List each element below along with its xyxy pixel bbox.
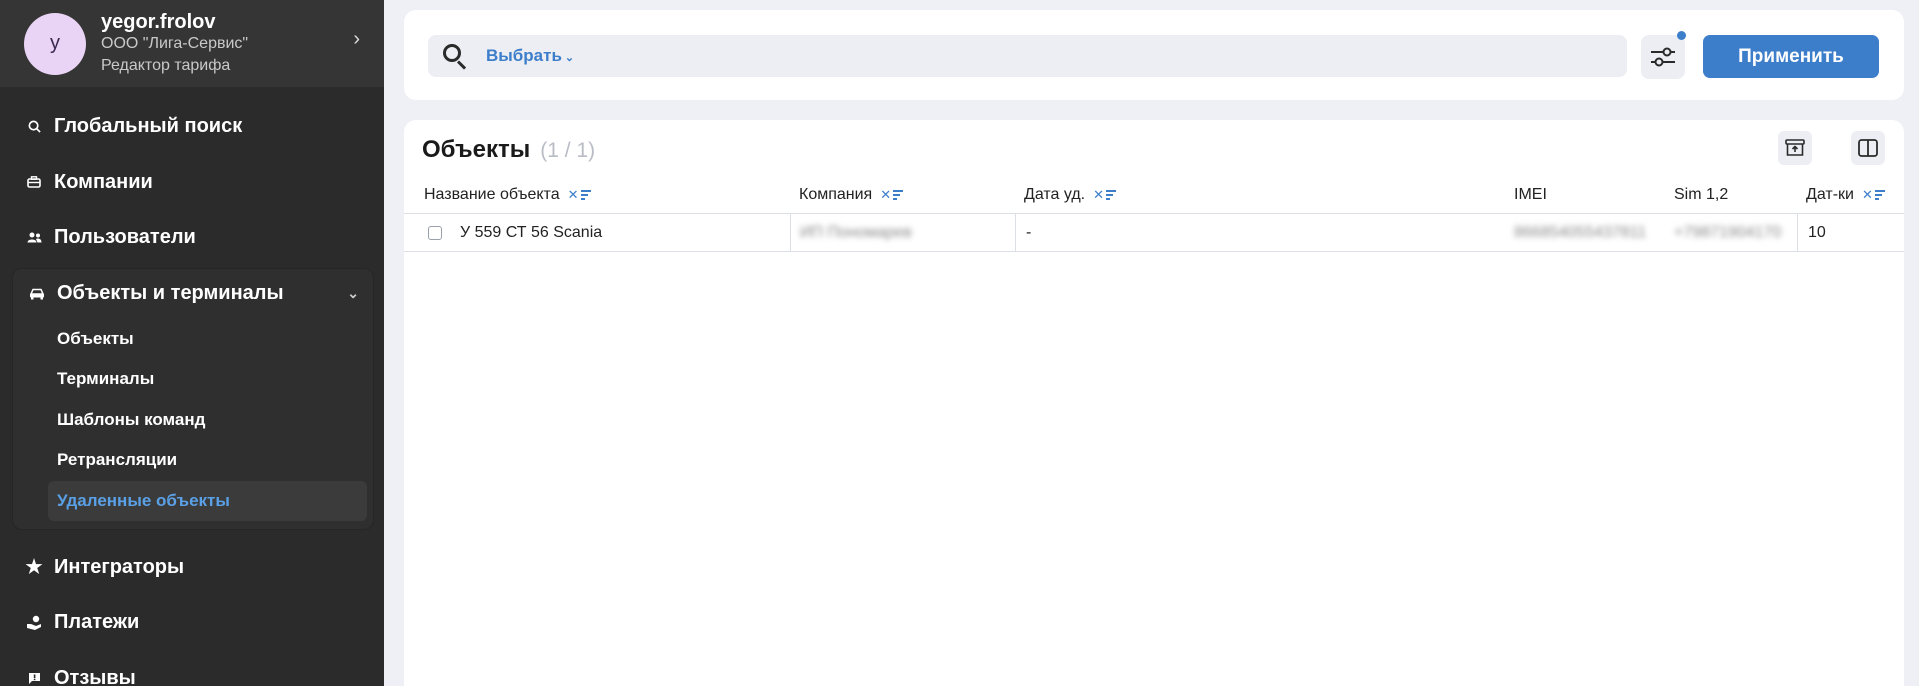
- profile-info: yegor.frolov ООО "Лига-Сервис" Редактор …: [101, 11, 248, 77]
- page-title-text: Объекты: [422, 136, 531, 163]
- search-icon: [26, 119, 42, 135]
- sidebar-item-label: Объекты и терминалы: [57, 282, 284, 304]
- cell-divider: [1797, 214, 1798, 251]
- clear-sort-icon[interactable]: ✕: [1093, 187, 1117, 203]
- columns-toggle-button[interactable]: [1851, 131, 1885, 165]
- select-dropdown[interactable]: Выбрать ⌄: [486, 46, 574, 66]
- cell-divider: [1015, 214, 1016, 251]
- sidebar-subitem-command-templates[interactable]: Шаблоны команд: [13, 400, 373, 441]
- sidebar-item-label: Компании: [54, 170, 153, 193]
- cell-name: У 559 СТ 56 Scania: [460, 223, 603, 241]
- search-icon: [442, 43, 468, 70]
- select-dropdown-label: Выбрать: [486, 46, 562, 65]
- cell-sim: +79871904170: [1674, 223, 1782, 241]
- cell-imei: 866854055437811: [1514, 223, 1647, 241]
- column-header-deleted-date[interactable]: Дата уд. ✕: [1024, 175, 1117, 215]
- chevron-down-icon: ⌄: [564, 52, 575, 64]
- avatar: y: [24, 12, 86, 75]
- sidebar-item-users[interactable]: Пользователи: [0, 210, 384, 266]
- table-header: Название объекта ✕ Компания ✕ Дата уд. ✕…: [404, 175, 1904, 215]
- chevron-down-icon: ⌄: [347, 285, 359, 301]
- sidebar: y yegor.frolov ООО "Лига-Сервис" Редакто…: [0, 0, 384, 686]
- sidebar-subitem-terminals[interactable]: Терминалы: [13, 359, 373, 400]
- hand-coin-icon: [26, 615, 42, 631]
- sidebar-item-label: Глобальный поиск: [54, 115, 243, 138]
- clear-sort-icon[interactable]: ✕: [1862, 187, 1885, 203]
- chevron-right-icon: ›: [353, 28, 360, 50]
- filter-bar: Выбрать ⌄ Применить: [404, 10, 1904, 100]
- row-checkbox[interactable]: [428, 214, 442, 251]
- users-icon: [26, 230, 42, 246]
- sidebar-item-global-search[interactable]: Глобальный поиск: [0, 99, 384, 155]
- briefcase-icon: [26, 174, 42, 190]
- sidebar-nav: Глобальный поиск Компании Пользователи О…: [0, 87, 384, 686]
- objects-panel: Объекты (1 / 1) Название объекта ✕ Компан…: [404, 120, 1904, 686]
- column-header-name[interactable]: Название объекта ✕: [424, 175, 591, 215]
- sidebar-item-payments[interactable]: Платежи: [0, 595, 384, 651]
- objects-count: (1 / 1): [540, 139, 596, 162]
- column-header-label: Компания: [799, 186, 873, 203]
- sidebar-item-objects-terminals[interactable]: Объекты и терминалы ⌄: [13, 269, 373, 319]
- sidebar-item-label: Пользователи: [54, 226, 196, 249]
- clear-sort-icon[interactable]: ✕: [880, 187, 904, 203]
- archive-button[interactable]: [1778, 131, 1812, 165]
- checkbox-icon: [428, 225, 442, 240]
- page-title: Объекты (1 / 1): [422, 136, 595, 164]
- sidebar-item-label: Платежи: [54, 611, 140, 634]
- sliders-icon: [1651, 47, 1675, 67]
- column-header-company[interactable]: Компания ✕: [799, 175, 904, 215]
- apply-button[interactable]: Применить: [1703, 35, 1879, 78]
- sidebar-group-objects-terminals: Объекты и терминалы ⌄ Объекты Терминалы …: [12, 267, 374, 530]
- cell-divider: [790, 214, 791, 251]
- sidebar-subitem-retranslations[interactable]: Ретрансляции: [13, 440, 373, 481]
- sidebar-subitem-objects[interactable]: Объекты: [13, 319, 373, 360]
- archive-icon: [1785, 139, 1805, 156]
- clear-sort-icon[interactable]: ✕: [568, 187, 591, 203]
- sidebar-item-companies[interactable]: Компании: [0, 155, 384, 211]
- table-row[interactable]: У 559 СТ 56 Scania ИП Пономарев - 866854…: [404, 213, 1904, 252]
- star-icon: ★: [25, 556, 43, 578]
- column-header-sensors[interactable]: Дат-ки ✕: [1806, 175, 1885, 215]
- search-field[interactable]: Выбрать ⌄: [428, 35, 1627, 77]
- column-header-sim[interactable]: Sim 1,2: [1674, 175, 1728, 215]
- column-header-label: Дата уд.: [1024, 186, 1086, 203]
- cell-company: ИП Пономарев: [800, 223, 912, 241]
- cell-sensors: 10: [1808, 223, 1826, 241]
- split-view-icon: [1858, 139, 1878, 157]
- filter-settings-button[interactable]: [1641, 35, 1685, 79]
- profile-username: yegor.frolov: [101, 10, 216, 33]
- feedback-icon: [26, 670, 42, 686]
- filter-active-indicator: [1677, 31, 1686, 40]
- profile-role: Редактор тарифа: [101, 56, 231, 74]
- profile-header[interactable]: y yegor.frolov ООО "Лига-Сервис" Редакто…: [0, 0, 384, 87]
- sidebar-item-label: Отзывы: [54, 666, 136, 686]
- column-header-label: Название объекта: [424, 186, 560, 203]
- sidebar-item-label: Интеграторы: [54, 555, 185, 578]
- sidebar-item-integrators[interactable]: ★ Интеграторы: [0, 540, 384, 596]
- car-icon: [29, 286, 45, 302]
- sidebar-item-reviews[interactable]: Отзывы: [0, 651, 384, 686]
- column-header-imei[interactable]: IMEI: [1514, 175, 1547, 215]
- column-header-label: Дат-ки: [1806, 186, 1854, 203]
- profile-company: ООО "Лига-Сервис": [101, 34, 249, 52]
- cell-deleted-date: -: [1026, 223, 1032, 241]
- sidebar-subitem-deleted-objects[interactable]: Удаленные объекты: [48, 480, 367, 521]
